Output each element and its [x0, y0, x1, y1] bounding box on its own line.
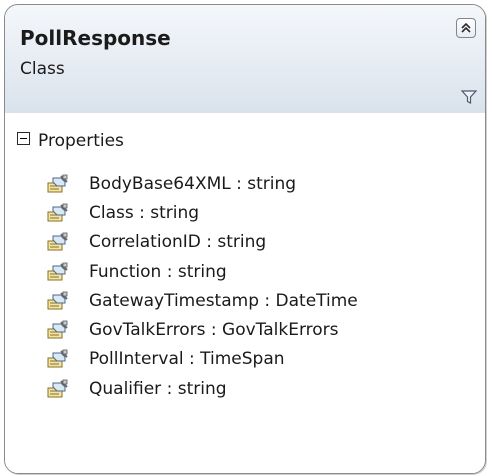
class-shape[interactable]: PollResponse Class Properties BodyBase64…: [4, 4, 486, 474]
property-icon: [47, 203, 69, 223]
property-icon: [47, 174, 69, 194]
member-row[interactable]: Qualifier : string: [47, 374, 358, 403]
member-row[interactable]: Function : string: [47, 257, 358, 286]
class-kind: Class: [20, 59, 65, 79]
member-row[interactable]: GatewayTimestamp : DateTime: [47, 286, 358, 315]
member-label: PollInterval : TimeSpan: [89, 349, 285, 370]
member-label: Class : string: [89, 202, 200, 223]
property-icon: [47, 379, 69, 399]
section-label: Properties: [38, 131, 124, 151]
member-row[interactable]: GovTalkErrors : GovTalkErrors: [47, 315, 358, 344]
member-row[interactable]: CorrelationID : string: [47, 228, 358, 257]
double-chevron-up-icon: [461, 22, 471, 33]
member-row[interactable]: BodyBase64XML : string: [47, 169, 358, 198]
class-name: PollResponse: [20, 26, 171, 50]
section-header[interactable]: Properties: [17, 131, 124, 151]
property-icon: [47, 262, 69, 282]
member-label: GovTalkErrors : GovTalkErrors: [89, 320, 339, 341]
properties-section: Properties BodyBase64XML : string Class :…: [5, 113, 485, 473]
property-icon: [47, 232, 69, 252]
property-icon: [47, 291, 69, 311]
member-row[interactable]: Class : string: [47, 198, 358, 227]
member-label: BodyBase64XML : string: [89, 173, 297, 194]
filter-icon[interactable]: [461, 89, 477, 105]
member-row[interactable]: PollInterval : TimeSpan: [47, 345, 358, 374]
property-icon: [47, 320, 69, 340]
member-label: CorrelationID : string: [89, 232, 267, 253]
class-header: PollResponse Class: [5, 5, 485, 114]
property-icon: [47, 349, 69, 369]
member-label: Qualifier : string: [89, 378, 227, 399]
collapse-button[interactable]: [456, 18, 476, 38]
collapse-section-icon[interactable]: [17, 131, 30, 145]
member-label: Function : string: [89, 261, 227, 282]
member-list: BodyBase64XML : string Class : string Corr…: [47, 169, 358, 403]
member-label: GatewayTimestamp : DateTime: [89, 290, 358, 311]
